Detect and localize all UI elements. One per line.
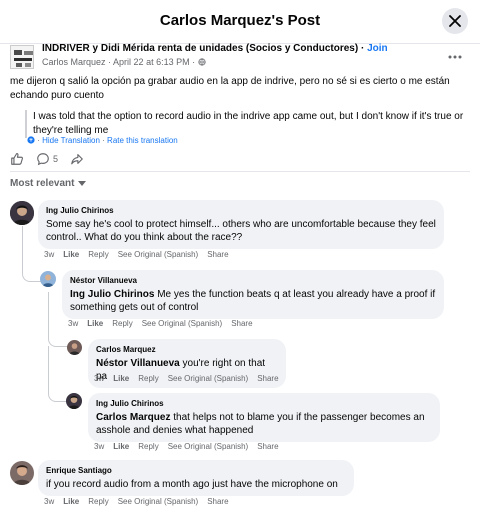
user-avatar-image: [40, 271, 56, 287]
comment-like-link[interactable]: Like: [113, 442, 129, 451]
comment-text: Some say he's cool to protect himself...…: [46, 219, 436, 243]
comment-reply-link[interactable]: Reply: [88, 250, 108, 259]
comment-reply-link[interactable]: Reply: [138, 374, 158, 383]
group-avatar[interactable]: [10, 45, 34, 69]
comment-mention[interactable]: Carlos Marquez: [96, 412, 170, 423]
divider: [10, 171, 470, 172]
user-avatar-image: [10, 201, 34, 225]
dot: ·: [99, 136, 108, 145]
comment-share-link[interactable]: Share: [257, 374, 278, 383]
user-avatar-image: [67, 340, 82, 355]
comment-like-link[interactable]: Like: [87, 319, 103, 328]
user-avatar-image: [10, 461, 34, 485]
comment-like-link[interactable]: Like: [63, 497, 79, 506]
comment-like-link[interactable]: Like: [113, 374, 129, 383]
comment-reply-link[interactable]: Reply: [112, 319, 132, 328]
post-meta-line: Carlos Marquez · April 22 at 6:13 PM ·: [42, 57, 206, 67]
post-group-line: INDRIVER y Didi Mérida renta de unidades…: [42, 43, 388, 54]
comment-author[interactable]: Ing Julio Chirinos: [46, 204, 436, 217]
comment-like-link[interactable]: Like: [63, 250, 79, 259]
comment-time[interactable]: 3w: [44, 497, 54, 506]
comment-author[interactable]: Carlos Marquez: [96, 343, 278, 356]
comment-actions: 3w Like Reply See Original (Spanish) Share: [68, 319, 262, 328]
close-icon: [449, 15, 461, 27]
comment-share-link[interactable]: Share: [207, 497, 228, 506]
comment-share-link[interactable]: Share: [231, 319, 252, 328]
rate-translation-link[interactable]: Rate this translation: [107, 136, 178, 145]
comment-author[interactable]: Néstor Villanueva: [70, 274, 436, 287]
user-avatar-image: [66, 393, 82, 409]
comment-icon: [37, 153, 49, 166]
comment-bubble: Enrique Santiago if you record audio fro…: [38, 460, 354, 496]
separator-dot: ·: [105, 57, 114, 67]
close-button[interactable]: [442, 8, 468, 34]
post-timestamp[interactable]: April 22 at 6:13 PM: [113, 57, 190, 67]
comment-time[interactable]: 3w: [94, 442, 104, 451]
see-original-link[interactable]: See Original (Spanish): [168, 374, 248, 383]
translation-links: · Hide Translation · Rate this translati…: [27, 136, 178, 145]
avatar[interactable]: [10, 461, 34, 485]
comment-author[interactable]: Enrique Santiago: [46, 464, 346, 477]
comment-actions: 3w Like Reply See Original (Spanish) Share: [94, 374, 288, 383]
join-group-link[interactable]: Join: [367, 43, 388, 54]
post-translation: I was told that the option to record aud…: [25, 110, 465, 138]
see-original-link[interactable]: See Original (Spanish): [168, 442, 248, 451]
caret-down-icon: [78, 180, 87, 186]
post-author-link[interactable]: Carlos Marquez: [42, 57, 106, 67]
comment-actions: 3w Like Reply See Original (Spanish) Share: [44, 497, 238, 506]
comment-mention[interactable]: Ing Julio Chirinos: [70, 289, 154, 300]
comment-reply-link[interactable]: Reply: [88, 497, 108, 506]
comment-button[interactable]: 5: [36, 152, 58, 166]
comment-reply-link[interactable]: Reply: [138, 442, 158, 451]
comment-count: 5: [53, 154, 59, 164]
see-original-link[interactable]: See Original (Spanish): [118, 250, 198, 259]
avatar[interactable]: [40, 271, 56, 287]
separator-dot: ·: [189, 57, 198, 67]
like-button[interactable]: [10, 152, 24, 166]
see-original-link[interactable]: See Original (Spanish): [142, 319, 222, 328]
dialog-header: Carlos Marquez's Post: [0, 0, 480, 44]
comment-time[interactable]: 3w: [44, 250, 54, 259]
avatar[interactable]: [67, 340, 82, 355]
comment-mention[interactable]: Néstor Villanueva: [96, 358, 180, 369]
share-button[interactable]: [70, 152, 84, 166]
sort-label: Most relevant: [10, 178, 75, 189]
hide-translation-link[interactable]: Hide Translation: [42, 136, 100, 145]
comment-share-link[interactable]: Share: [257, 442, 278, 451]
dialog-title: Carlos Marquez's Post: [159, 12, 321, 29]
comment-author[interactable]: Ing Julio Chirinos: [96, 397, 432, 410]
comment-actions: 3w Like Reply See Original (Spanish) Share: [44, 250, 238, 259]
more-dots-icon: [448, 55, 462, 59]
comment-actions: 3w Like Reply See Original (Spanish) Share: [94, 442, 288, 451]
share-arrow-icon: [71, 154, 83, 165]
globe-icon: [197, 58, 206, 66]
avatar[interactable]: [10, 201, 34, 225]
comment-sort-dropdown[interactable]: Most relevant: [10, 178, 87, 189]
post-original-text: me dijeron q salió la opción pa grabar a…: [10, 76, 450, 101]
more-options-button[interactable]: [448, 47, 462, 62]
group-name-link[interactable]: INDRIVER y Didi Mérida renta de unidades…: [42, 43, 358, 54]
see-original-link[interactable]: See Original (Spanish): [118, 497, 198, 506]
thread-line: [48, 346, 68, 402]
avatar[interactable]: [66, 393, 82, 409]
separator-dot: ·: [358, 43, 368, 54]
thumbs-up-icon: [11, 153, 23, 165]
comment-time[interactable]: 3w: [94, 374, 104, 383]
group-avatar-image: [11, 46, 33, 68]
comment-share-link[interactable]: Share: [207, 250, 228, 259]
comment-bubble: Ing Julio Chirinos Carlos Marquez that h…: [88, 393, 440, 442]
translate-icon: [27, 136, 35, 144]
comment-text: if you record audio from a month ago jus…: [46, 479, 338, 490]
comment-bubble: Néstor Villanueva Ing Julio Chirinos Me …: [62, 270, 444, 319]
comment-bubble: Ing Julio Chirinos Some say he's cool to…: [38, 200, 444, 249]
comment-time[interactable]: 3w: [68, 319, 78, 328]
post-action-row: 5: [10, 150, 84, 168]
